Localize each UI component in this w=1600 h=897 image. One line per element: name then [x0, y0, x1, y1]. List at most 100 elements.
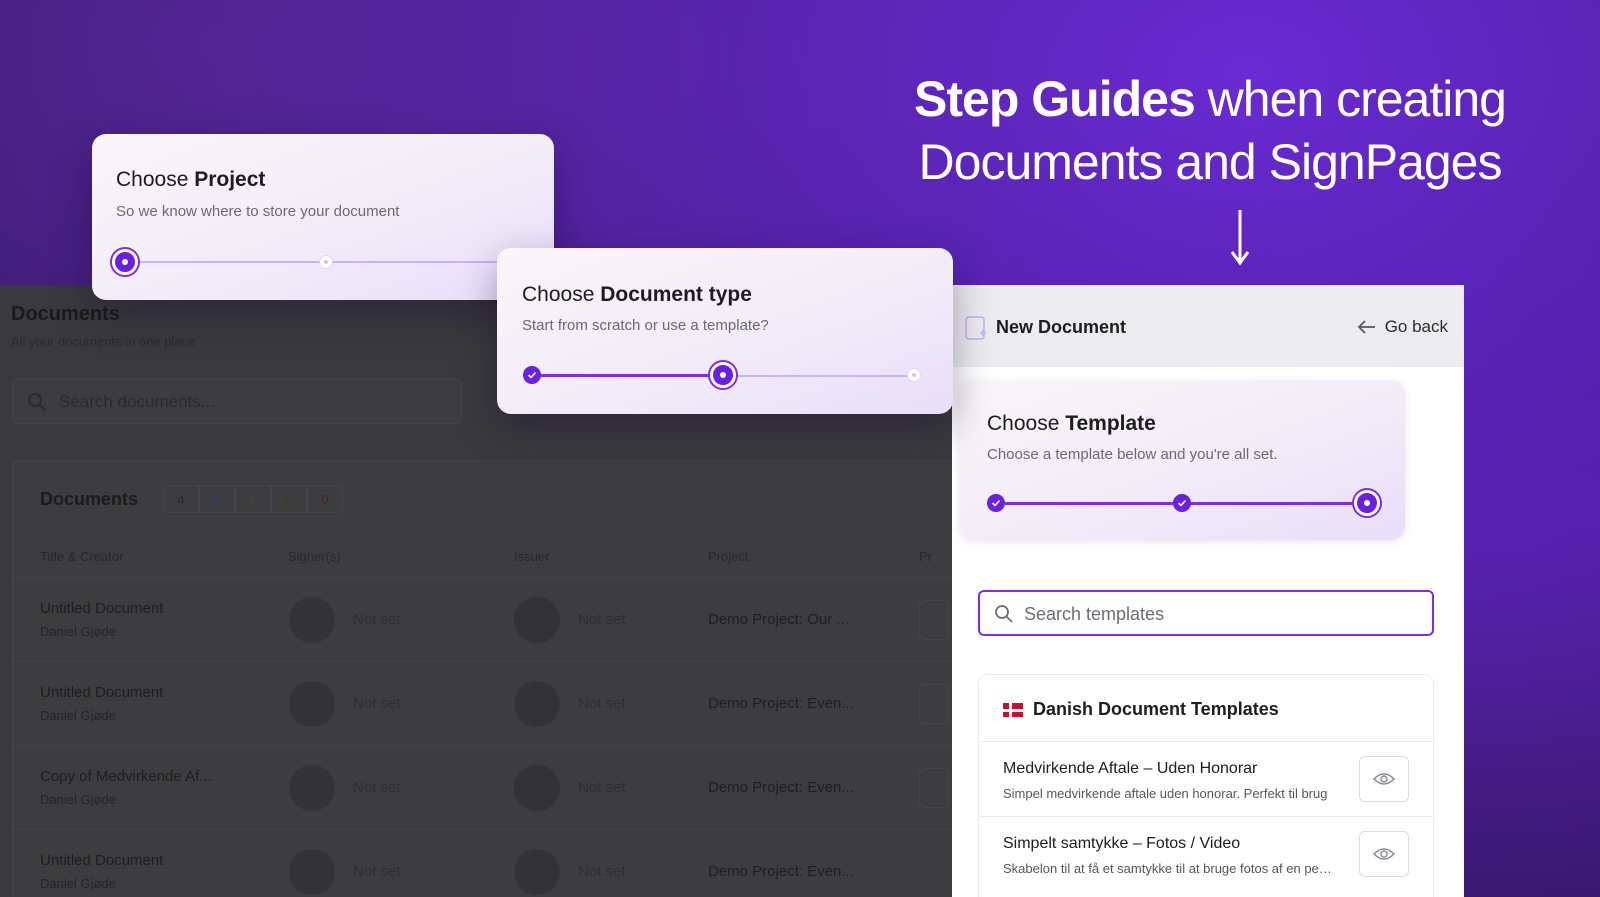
headline: Step Guides when creating Documents and …: [880, 68, 1540, 194]
step-card-project: Choose Project So we know where to store…: [92, 134, 554, 300]
row-action[interactable]: [919, 600, 949, 640]
row-signer: Not set: [353, 779, 401, 796]
status-badges: 4 0 1 0 0: [163, 485, 343, 513]
search-placeholder: Search documents...: [59, 392, 215, 411]
row-issuer: Not set: [578, 863, 626, 880]
eye-icon: [1373, 848, 1395, 860]
avatar: [289, 681, 335, 727]
step-card-document-type: Choose Document type Start from scratch …: [497, 248, 953, 414]
step-active-indicator[interactable]: [710, 362, 736, 388]
documents-table: Documents 4 0 1 0 0 Title & Creator Sign…: [12, 460, 952, 897]
new-document-panel: New Document Go back Choose Template Cho…: [952, 285, 1464, 897]
template-group-header: Danish Document Templates: [1003, 699, 1279, 720]
step-title-bold: Template: [1065, 412, 1156, 435]
step-title-bold: Project: [194, 168, 266, 191]
step-active-indicator[interactable]: [1354, 490, 1380, 516]
row-title: Untitled Document: [40, 600, 164, 617]
danish-flag-icon: [1003, 702, 1023, 717]
avatar: [289, 849, 335, 895]
column-header-pr[interactable]: Pr: [919, 549, 932, 564]
row-signer: Not set: [353, 863, 401, 880]
step-complete-icon[interactable]: [523, 366, 541, 384]
step-pending-indicator[interactable]: [319, 255, 333, 269]
column-header-issuer[interactable]: Issuer: [514, 549, 549, 564]
step-card-template: Choose Template Choose a template below …: [959, 380, 1405, 540]
template-item[interactable]: Simpelt samtykke – Fotos / Video Skabelo…: [979, 816, 1433, 892]
row-project: Demo Project: Our ...: [708, 611, 849, 628]
headline-line2: Documents and SignPages: [918, 134, 1503, 190]
avatar: [514, 681, 560, 727]
template-item[interactable]: Medvirkende Aftale – Uden Honorar Simpel…: [979, 741, 1433, 817]
row-issuer: Not set: [578, 779, 626, 796]
step-pending-indicator[interactable]: [907, 368, 921, 382]
avatar: [514, 597, 560, 643]
template-name: Medvirkende Aftale – Uden Honorar: [1003, 760, 1258, 777]
row-creator: Daniel Gjøde: [40, 792, 116, 807]
status-badge[interactable]: 0: [199, 485, 235, 513]
row-action[interactable]: [919, 684, 949, 724]
progress-track: [733, 375, 911, 377]
row-creator: Daniel Gjøde: [40, 876, 116, 891]
template-list: Danish Document Templates Medvirkende Af…: [978, 674, 1434, 897]
panel-header: New Document Go back: [952, 285, 1464, 367]
table-title: Documents: [40, 489, 139, 509]
status-badge[interactable]: 0: [307, 485, 343, 513]
row-project: Demo Project: Even...: [708, 863, 854, 880]
template-search-field[interactable]: [978, 590, 1434, 636]
avatar: [289, 597, 335, 643]
headline-rest: when creating: [1194, 71, 1507, 127]
arrow-down-icon: [1230, 210, 1250, 266]
step-subtitle: Choose a template below and you're all s…: [987, 446, 1278, 463]
step-title-prefix: Choose: [522, 283, 601, 306]
search-icon: [995, 605, 1013, 623]
page-subtitle: All your documents in one place: [11, 334, 196, 349]
go-back-label: Go back: [1384, 317, 1448, 336]
step-title-prefix: Choose: [987, 412, 1066, 435]
step-title: Choose Template: [987, 412, 1156, 436]
table-row[interactable]: Copy of Medvirkende Af... Daniel Gjøde N…: [13, 745, 952, 829]
row-issuer: Not set: [578, 611, 626, 628]
avatar: [514, 849, 560, 895]
row-title: Copy of Medvirkende Af...: [40, 768, 212, 785]
step-title-prefix: Choose: [116, 168, 195, 191]
template-description: Simpel medvirkende aftale uden honorar. …: [1003, 786, 1328, 801]
table-row[interactable]: Untitled Document Daniel Gjøde Not set N…: [13, 661, 952, 745]
avatar: [289, 765, 335, 811]
step-active-indicator[interactable]: [112, 249, 138, 275]
step-complete-icon[interactable]: [1173, 494, 1191, 512]
step-subtitle: So we know where to store your document: [116, 203, 400, 220]
progress-track: [138, 261, 554, 263]
avatar: [514, 765, 560, 811]
progress-track-done: [539, 374, 719, 377]
step-title: Choose Project: [116, 168, 265, 192]
row-signer: Not set: [353, 611, 401, 628]
row-issuer: Not set: [578, 695, 626, 712]
eye-icon: [1373, 773, 1395, 785]
column-header-project[interactable]: Project: [708, 549, 748, 564]
row-signer: Not set: [353, 695, 401, 712]
page-title: Documents: [11, 303, 120, 325]
arrow-left-icon: [1357, 320, 1375, 334]
step-title-bold: Document type: [600, 283, 752, 306]
go-back-button[interactable]: Go back: [1357, 317, 1448, 337]
table-row[interactable]: Untitled Document Daniel Gjøde Not set N…: [13, 829, 952, 897]
preview-button[interactable]: [1359, 756, 1409, 802]
status-badge[interactable]: 4: [163, 485, 199, 513]
template-search-input[interactable]: [1024, 601, 1414, 627]
template-group-title: Danish Document Templates: [1033, 699, 1279, 719]
template-description: Skabelon til at få et samtykke til at br…: [1003, 861, 1333, 876]
status-badge[interactable]: 1: [235, 485, 271, 513]
row-creator: Daniel Gjøde: [40, 708, 116, 723]
new-document-icon: [965, 316, 986, 340]
row-title: Untitled Document: [40, 684, 164, 701]
step-subtitle: Start from scratch or use a template?: [522, 317, 769, 334]
preview-button[interactable]: [1359, 831, 1409, 877]
column-header-signers[interactable]: Signer(s): [288, 549, 341, 564]
status-badge[interactable]: 0: [271, 485, 307, 513]
table-row[interactable]: Untitled Document Daniel Gjøde Not set N…: [13, 577, 952, 661]
step-complete-icon[interactable]: [987, 494, 1005, 512]
row-action[interactable]: [919, 768, 949, 808]
row-project: Demo Project: Even...: [708, 779, 854, 796]
documents-search-input[interactable]: Search documents...: [12, 378, 462, 424]
column-header-title[interactable]: Title & Creator: [40, 549, 123, 564]
